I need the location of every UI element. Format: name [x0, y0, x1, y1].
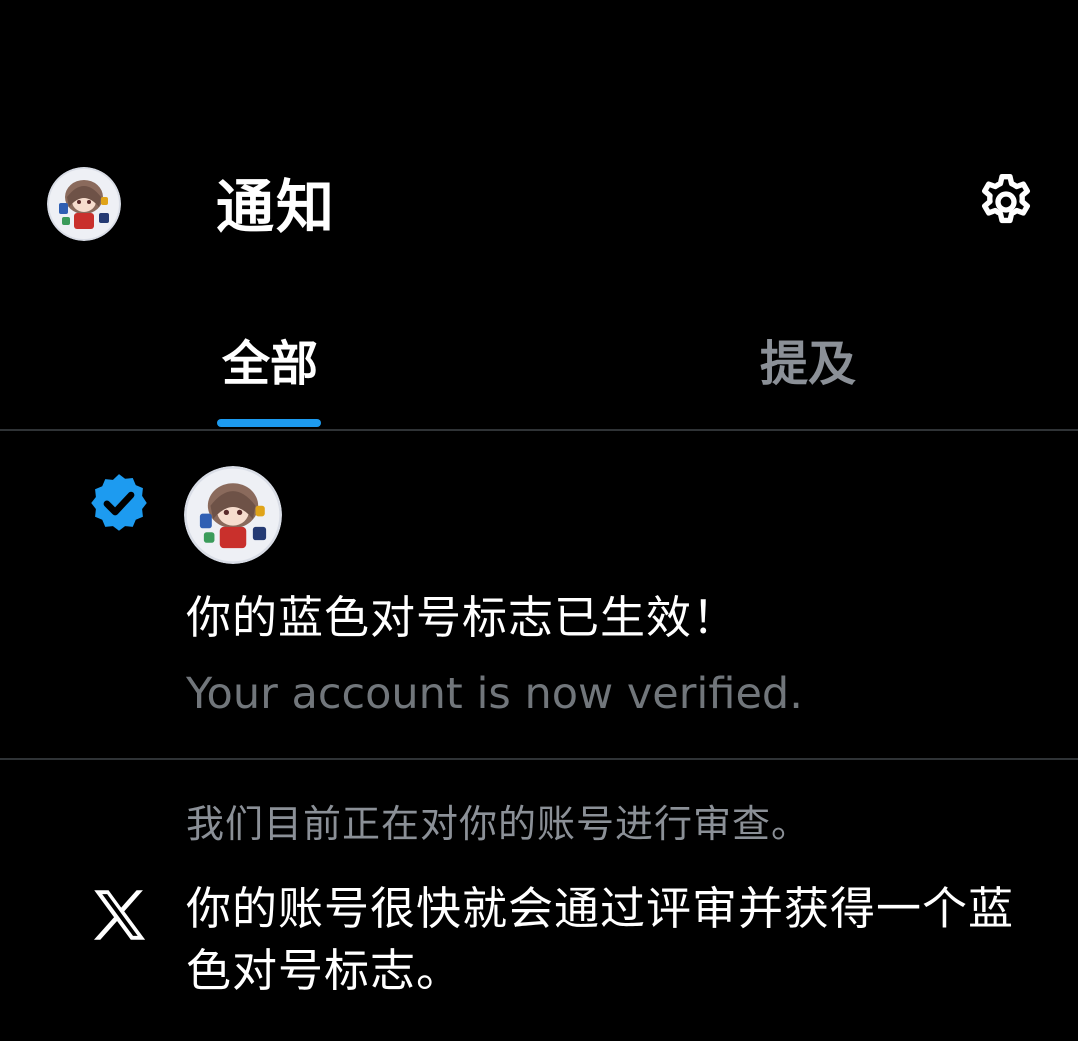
tab-active-indicator: [217, 419, 321, 427]
verified-badge-icon: [86, 470, 152, 536]
notification-body: 你的账号很快就会通过评审并获得一个蓝色对号标志。: [186, 882, 1015, 997]
tab-mentions-label: 提及: [759, 336, 856, 392]
x-logo-icon: [86, 882, 152, 948]
notification-subtitle: Your account is now verified.: [186, 669, 803, 719]
tab-mentions[interactable]: 提及: [708, 320, 908, 430]
gear-icon: [974, 170, 1038, 238]
notification-item-verified[interactable]: 你的蓝色对号标志已生效！ Your account is now verifie…: [0, 432, 1078, 758]
notification-summary: 我们目前正在对你的账号进行审查。: [186, 802, 811, 846]
user-avatar-icon[interactable]: [47, 167, 121, 241]
tab-divider: [0, 429, 1078, 431]
tab-all-label: 全部: [221, 336, 318, 392]
settings-button[interactable]: [970, 168, 1042, 240]
tab-bar: 全部 提及: [0, 320, 1078, 430]
user-avatar-icon[interactable]: [184, 466, 282, 564]
header: 通知: [0, 0, 1078, 290]
tab-all[interactable]: 全部: [170, 320, 370, 430]
notification-title: 你的蓝色对号标志已生效！: [186, 591, 739, 644]
notification-item-review[interactable]: 我们目前正在对你的账号进行审查。 你的账号很快就会通过评审并获得一个蓝色对号标志…: [0, 760, 1078, 1041]
page-title: 通知: [216, 173, 337, 241]
